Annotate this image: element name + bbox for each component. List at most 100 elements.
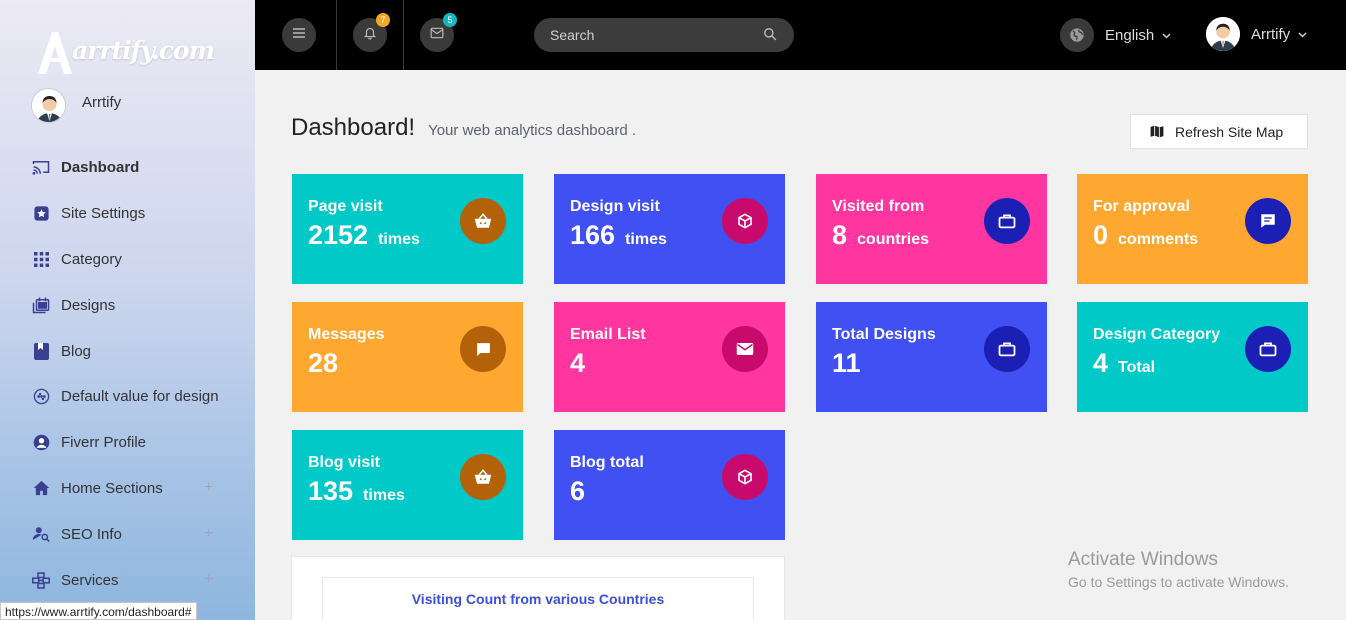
page-header: Dashboard! Your web analytics dashboard … <box>291 114 636 142</box>
search-bar <box>534 18 794 52</box>
sidebar-item-label: SEO Info <box>61 525 122 543</box>
sidebar-item-dashboard[interactable]: Dashboard <box>0 147 255 187</box>
search-input[interactable] <box>550 27 750 43</box>
sidebar-item-home-sections[interactable]: Home Sections + <box>0 468 255 508</box>
basket-icon <box>460 454 506 500</box>
card-title: Blog visit <box>308 454 381 471</box>
sidebar-user[interactable]: Arrtify <box>31 88 121 123</box>
card-value: 166 <box>570 220 616 250</box>
sidebar: arrtify.com Arrtify Dashboard Site Setti… <box>0 0 255 620</box>
avatar <box>31 88 66 123</box>
stat-card-total-designs[interactable]: Total Designs 11 <box>816 302 1047 412</box>
stat-card-design-category[interactable]: Design Category 4 Total <box>1077 302 1308 412</box>
logo[interactable]: arrtify.com <box>34 26 215 80</box>
sidebar-item-label: Dashboard <box>61 158 140 176</box>
card-value-row: 4 <box>570 348 595 379</box>
card-value: 6 <box>570 476 586 506</box>
cube-icon <box>722 454 768 500</box>
sidebar-item-blog[interactable]: Blog <box>0 331 255 371</box>
grid-icon <box>31 249 51 269</box>
panel-title: Visiting Count from various Countries <box>411 591 665 607</box>
briefcase-icon <box>1245 326 1291 372</box>
language-label: English <box>1105 26 1155 44</box>
stat-card-visited-from[interactable]: Visited from 8 countries <box>816 174 1047 284</box>
language-selector[interactable]: English <box>1060 18 1171 52</box>
card-value: 8 <box>832 220 848 250</box>
stat-card-blog-visit[interactable]: Blog visit 135 times <box>292 430 523 540</box>
bookmark-icon <box>31 341 51 361</box>
sidebar-item-fiverr-profile[interactable]: Fiverr Profile <box>0 422 255 462</box>
menu-toggle-button[interactable] <box>282 18 316 52</box>
chevron-down-icon <box>1298 25 1307 43</box>
sidebar-item-services[interactable]: Services + <box>0 560 255 600</box>
card-value-row: 8 countries <box>832 220 929 251</box>
sidebar-item-category[interactable]: Category <box>0 239 255 279</box>
mail-icon <box>430 26 444 44</box>
messages-button[interactable]: 5 <box>420 13 457 52</box>
profile-menu[interactable]: Arrtify <box>1206 17 1307 51</box>
card-title: Page visit <box>308 198 383 215</box>
notifications-badge: 7 <box>376 13 390 27</box>
card-title: For approval <box>1093 198 1190 215</box>
card-title: Total Designs <box>832 326 936 343</box>
notifications-button[interactable]: 7 <box>353 13 390 52</box>
watermark-title: Activate Windows <box>1068 549 1218 570</box>
cube-icon <box>722 198 768 244</box>
sidebar-item-site-settings[interactable]: Site Settings <box>0 193 255 233</box>
logo-mark-icon <box>38 32 72 74</box>
sidebar-item-label: Designs <box>61 296 116 314</box>
stat-card-for-approval[interactable]: For approval 0 comments <box>1077 174 1308 284</box>
status-bar-url: https://www.arrtify.com/dashboard# <box>0 602 197 620</box>
countries-panel: Visiting Count from various Countries <box>291 556 785 620</box>
sidebar-item-default-value[interactable]: Default value for design <box>0 376 255 416</box>
card-value-row: 11 <box>832 348 871 379</box>
envelope-icon <box>722 326 768 372</box>
card-value-row: 6 <box>570 476 595 507</box>
card-value: 4 <box>1093 348 1109 378</box>
stat-card-messages[interactable]: Messages 28 <box>292 302 523 412</box>
card-value: 4 <box>570 348 586 378</box>
sidebar-item-designs[interactable]: Designs <box>0 285 255 325</box>
expand-plus-icon[interactable]: + <box>204 479 213 497</box>
card-unit: times <box>378 231 420 248</box>
message-icon <box>460 326 506 372</box>
top-bar: 7 5 English <box>255 0 1346 70</box>
sidebar-item-label: Default value for design <box>61 387 219 405</box>
sidebar-item-label: Home Sections <box>61 479 163 497</box>
designs-icon <box>31 295 51 315</box>
services-icon <box>31 570 51 590</box>
basket-icon <box>460 198 506 244</box>
map-icon <box>1150 125 1164 138</box>
expand-plus-icon[interactable]: + <box>204 525 213 543</box>
sidebar-user-name: Arrtify <box>82 94 122 111</box>
card-title: Blog total <box>570 454 644 471</box>
card-unit: times <box>363 487 405 504</box>
stat-card-email-list[interactable]: Email List 4 <box>554 302 785 412</box>
card-value: 11 <box>832 348 861 378</box>
page-title: Dashboard! <box>291 114 416 141</box>
sidebar-item-label: Category <box>61 250 122 268</box>
card-title: Messages <box>308 326 385 343</box>
countries-chart-box: Visiting Count from various Countries <box>322 577 754 620</box>
stat-card-page-visit[interactable]: Page visit 2152 times <box>292 174 523 284</box>
stat-card-blog-total[interactable]: Blog total 6 <box>554 430 785 540</box>
card-value-row: 2152 times <box>308 220 420 251</box>
globe-icon <box>1060 18 1094 52</box>
divider <box>403 0 404 70</box>
user-search-icon <box>31 524 51 544</box>
watermark-subtitle: Go to Settings to activate Windows. <box>1068 574 1289 590</box>
comment-icon <box>1245 198 1291 244</box>
card-title: Email List <box>570 326 646 343</box>
card-value: 135 <box>308 476 354 506</box>
search-icon[interactable] <box>763 27 777 46</box>
sidebar-item-seo-info[interactable]: SEO Info + <box>0 514 255 554</box>
card-value-row: 0 comments <box>1093 220 1198 251</box>
sidebar-item-label: Blog <box>61 342 92 360</box>
chevron-down-icon <box>1162 26 1171 44</box>
stat-card-design-visit[interactable]: Design visit 166 times <box>554 174 785 284</box>
activate-windows-watermark: Activate Windows Go to Settings to activ… <box>1068 549 1289 590</box>
refresh-site-map-label: Refresh Site Map <box>1175 123 1284 140</box>
briefcase-icon <box>984 326 1030 372</box>
refresh-site-map-button[interactable]: Refresh Site Map <box>1130 114 1308 149</box>
expand-plus-icon[interactable]: + <box>204 571 213 589</box>
